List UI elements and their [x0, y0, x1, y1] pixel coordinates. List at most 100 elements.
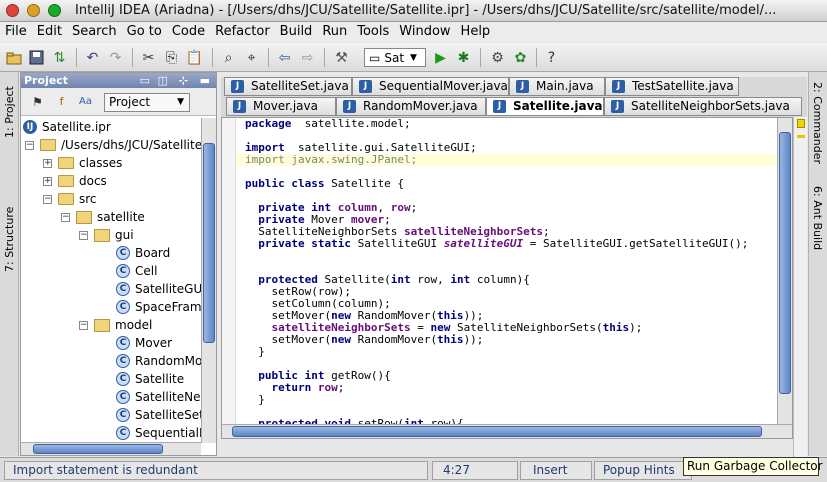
save-icon[interactable]: [26, 47, 47, 68]
undo-icon[interactable]: ↶: [82, 47, 103, 68]
insert-mode[interactable]: Insert: [520, 461, 592, 480]
menu-edit[interactable]: Edit: [32, 22, 67, 42]
make-project-icon[interactable]: ⚒: [331, 47, 352, 68]
collapse-icon[interactable]: −: [79, 230, 88, 240]
collapse-icon[interactable]: −: [25, 140, 34, 150]
project-tree-hscrollbar[interactable]: [21, 442, 201, 455]
scroll-thumb[interactable]: [779, 132, 791, 394]
collapse-icon[interactable]: −: [79, 320, 88, 330]
editor-vscrollbar[interactable]: [777, 118, 792, 424]
menu-code[interactable]: Code: [167, 22, 210, 42]
code-editor[interactable]: package satellite.model; import satellit…: [221, 117, 793, 439]
menu-goto[interactable]: Go to: [122, 22, 167, 42]
code-line[interactable]: [245, 250, 748, 262]
tab-project-tool[interactable]: 1: Project: [3, 86, 16, 138]
pane-options-icon[interactable]: ▭: [140, 73, 150, 88]
tab-structure-tool[interactable]: 7: Structure: [3, 207, 16, 272]
minimize-window-button[interactable]: [27, 4, 40, 17]
tab-mover[interactable]: J Mover.java: [226, 97, 336, 116]
menu-refactor[interactable]: Refactor: [210, 22, 275, 42]
close-window-button[interactable]: [6, 4, 19, 17]
scroll-thumb[interactable]: [33, 444, 163, 454]
code-line[interactable]: private static SatelliteGUI satelliteGUI…: [245, 238, 748, 250]
code-line[interactable]: return row;: [245, 382, 748, 394]
tree-node[interactable]: − gui: [79, 226, 134, 244]
popup-hints-toggle[interactable]: Popup Hints: [594, 461, 692, 480]
tab-sequentialmover[interactable]: J SequentialMover.java: [352, 77, 509, 96]
sort-alpha-icon[interactable]: Aa: [75, 91, 96, 112]
help-icon[interactable]: ?: [541, 47, 562, 68]
tree-node[interactable]: C SatelliteSet: [116, 406, 201, 424]
tab-satelliteset[interactable]: J SatelliteSet.java: [224, 77, 352, 96]
code-line[interactable]: setMover(new RandomMover(this));: [245, 334, 748, 346]
tree-node[interactable]: C Satellite: [116, 370, 184, 388]
tree-node[interactable]: − satellite: [61, 208, 145, 226]
caret-position[interactable]: 4:27: [432, 461, 518, 480]
tree-node[interactable]: + classes: [43, 154, 122, 172]
pane-hide-icon[interactable]: ▬: [200, 73, 210, 88]
debug-icon[interactable]: ✱: [453, 47, 474, 68]
show-members-icon[interactable]: f: [51, 91, 72, 112]
run-icon[interactable]: ▶: [430, 47, 451, 68]
back-icon[interactable]: ⇦: [274, 47, 295, 68]
tab-randommover[interactable]: J RandomMover.java: [336, 97, 486, 116]
plugins-icon[interactable]: ✿: [510, 47, 531, 68]
tree-node[interactable]: C RandomMover: [116, 352, 201, 370]
tab-satelliteneighborsets[interactable]: J SatelliteNeighborSets.java: [604, 97, 802, 116]
menu-search[interactable]: Search: [67, 22, 122, 42]
collapse-icon[interactable]: −: [43, 194, 52, 204]
tab-testsatellite[interactable]: J TestSatellite.java: [605, 77, 739, 96]
code-text[interactable]: package satellite.model; import satellit…: [245, 118, 748, 438]
menu-run[interactable]: Run: [317, 22, 352, 42]
tree-node[interactable]: C Cell: [116, 262, 157, 280]
expand-icon[interactable]: +: [43, 176, 52, 186]
replace-icon[interactable]: ⌖: [241, 47, 262, 68]
copy-icon[interactable]: ⎘: [161, 47, 182, 68]
scroll-thumb[interactable]: [203, 143, 215, 343]
menu-build[interactable]: Build: [275, 22, 318, 42]
menu-tools[interactable]: Tools: [352, 22, 394, 42]
tree-node[interactable]: C SequentialMover: [116, 424, 201, 442]
project-tree-vscrollbar[interactable]: [201, 118, 216, 443]
tree-node[interactable]: C SpaceFrame: [116, 298, 201, 316]
pane-restore-icon[interactable]: ◫: [158, 73, 168, 88]
tree-node[interactable]: C Board: [116, 244, 170, 262]
editor-hscrollbar[interactable]: [222, 424, 792, 438]
tree-node[interactable]: − /Users/dhs/JCU/Satellite: [25, 136, 201, 154]
tree-node[interactable]: C Mover: [116, 334, 172, 352]
open-folder-icon[interactable]: [3, 47, 24, 68]
code-line[interactable]: import javax.swing.JPanel;: [245, 154, 748, 166]
tab-main[interactable]: J Main.java: [509, 77, 605, 96]
tree-node[interactable]: C SatelliteGUI: [116, 280, 201, 298]
collapse-icon[interactable]: −: [61, 212, 70, 222]
warning-line-marker[interactable]: [797, 135, 805, 138]
tab-commander-tool[interactable]: 2: Commander: [811, 82, 824, 164]
tree-node[interactable]: IJ Satellite.ipr: [23, 118, 111, 136]
autoscroll-icon[interactable]: ⚑: [27, 91, 48, 112]
tab-ant-build-tool[interactable]: 6: Ant Build: [811, 186, 824, 250]
forward-icon[interactable]: ⇨: [297, 47, 318, 68]
code-line[interactable]: }: [245, 394, 748, 406]
code-line[interactable]: package satellite.model;: [245, 118, 748, 130]
code-line[interactable]: public class Satellite {: [245, 178, 748, 190]
run-configuration-select[interactable]: ▭ Sat ▼: [364, 48, 426, 67]
menu-help[interactable]: Help: [456, 22, 496, 42]
scroll-thumb[interactable]: [232, 426, 762, 437]
error-stripe[interactable]: [793, 117, 807, 457]
paste-icon[interactable]: 📋: [184, 47, 205, 68]
tree-node[interactable]: − model: [79, 316, 152, 334]
tree-node[interactable]: + docs: [43, 172, 107, 190]
project-view-select[interactable]: Project ▼: [104, 93, 190, 112]
find-icon[interactable]: ⌕: [218, 47, 239, 68]
zoom-window-button[interactable]: [48, 4, 61, 17]
warning-marker[interactable]: [797, 119, 805, 128]
menu-file[interactable]: File: [0, 22, 32, 42]
editor-gutter[interactable]: [222, 118, 236, 438]
code-line[interactable]: }: [245, 346, 748, 358]
tab-satellite[interactable]: J Satellite.java: [486, 97, 604, 116]
tree-node[interactable]: C SatelliteNeighborSets: [116, 388, 201, 406]
cut-icon[interactable]: ✂: [138, 47, 159, 68]
tree-node[interactable]: − src: [43, 190, 97, 208]
synchronize-icon[interactable]: ⇅: [49, 47, 70, 68]
settings-icon[interactable]: ⚙: [487, 47, 508, 68]
